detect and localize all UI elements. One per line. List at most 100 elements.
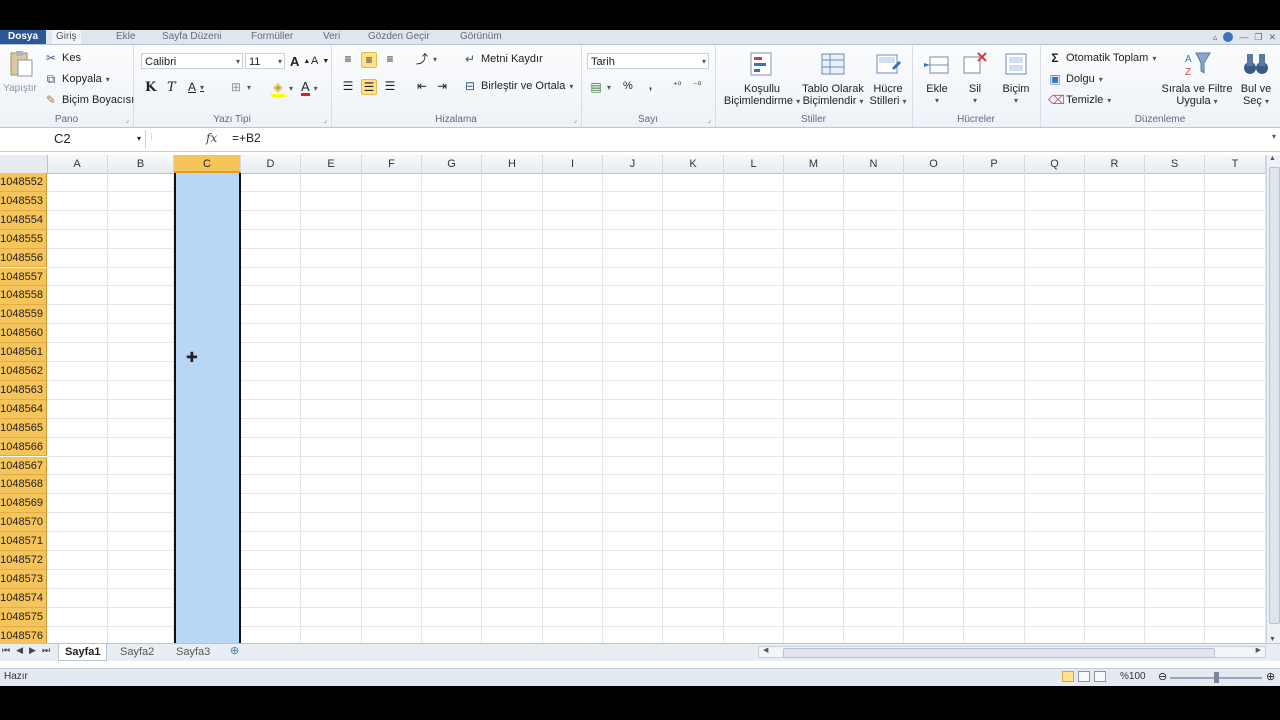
scroll-left-icon[interactable]: ◀ [763,646,768,654]
conditional-formatting-button[interactable]: Koşullu Biçimlendirme ▾ [721,49,803,108]
row-header[interactable]: 1048574 [0,588,47,608]
row-header[interactable]: 1048564 [0,399,47,419]
row-header[interactable]: 1048559 [0,305,47,325]
row-header[interactable]: 1048553 [0,191,47,211]
horizontal-scroll-thumb[interactable] [783,648,1215,658]
increase-indent-button[interactable]: ⇥ [435,79,449,93]
paste-button[interactable]: Yapıştır [3,49,37,95]
insert-cells-button[interactable]: Ekle ▾ [920,49,954,107]
page-layout-view-button[interactable] [1078,671,1090,682]
dialog-launcher-icon[interactable]: ⌟ [323,115,327,124]
merge-center-button[interactable]: ⊟ Birleştir ve Ortala ▾ [463,79,573,93]
align-center-button[interactable]: ☰ [361,79,377,95]
cut-button[interactable]: ✂ Kes [44,51,81,65]
align-left-button[interactable]: ☰ [341,79,355,93]
row-header[interactable]: 1048557 [0,267,47,287]
row-header[interactable]: 1048558 [0,286,47,306]
dialog-launcher-icon[interactable]: ⌟ [125,115,129,124]
tab-ribbon-1[interactable]: Ekle [112,30,139,44]
column-header-b[interactable]: B [108,155,174,173]
row-header[interactable]: 1048565 [0,418,47,438]
tab-ribbon-2[interactable]: Sayfa Düzeni [158,30,225,44]
column-header-f[interactable]: F [362,155,422,173]
normal-view-button[interactable] [1062,671,1074,682]
number-format-select[interactable]: Tarih ▾ [587,53,709,69]
font-color-button[interactable]: A ▾ [301,80,318,96]
column-header-m[interactable]: M [784,155,844,173]
first-sheet-icon[interactable]: ⏮ [2,645,10,656]
tab-ribbon-4[interactable]: Veri [319,30,344,44]
column-header-c[interactable]: C [174,155,241,173]
column-header-s[interactable]: S [1145,155,1205,173]
sheet-tab-2[interactable]: Sayfa2 [114,644,160,660]
selected-column-c[interactable] [174,173,241,643]
select-all-corner[interactable] [0,155,48,173]
column-header-n[interactable]: N [844,155,904,173]
sheet-tab-3[interactable]: Sayfa3 [170,644,216,660]
format-cells-button[interactable]: Biçim ▾ [998,49,1034,107]
clear-button[interactable]: ⌫ Temizle ▾ [1048,93,1111,107]
fill-color-button[interactable]: ◈ ▾ [271,80,293,97]
column-header-t[interactable]: T [1205,155,1266,173]
row-header[interactable]: 1048566 [0,437,47,457]
autosum-button[interactable]: Σ Otomatik Toplam ▾ [1048,51,1156,65]
column-header-o[interactable]: O [904,155,964,173]
tab-file[interactable]: Dosya [0,30,47,44]
row-header[interactable]: 1048573 [0,569,47,589]
column-header-j[interactable]: J [603,155,663,173]
row-header[interactable]: 1048567 [0,456,47,476]
column-header-l[interactable]: L [724,155,784,173]
row-header[interactable]: 1048552 [0,173,47,192]
copy-button[interactable]: ⧉ Kopyala ▾ [44,72,110,86]
minimize-icon[interactable]: — [1239,32,1248,42]
zoom-level[interactable]: %100 [1120,671,1146,682]
scroll-up-icon[interactable]: ▲ [1269,155,1276,162]
row-header[interactable]: 1048570 [0,513,47,533]
format-painter-button[interactable]: ✎ Biçim Boyacısı [44,93,134,107]
column-header-p[interactable]: P [964,155,1025,173]
column-header-a[interactable]: A [47,155,108,173]
row-header[interactable]: 1048561 [0,343,47,362]
row-header[interactable]: 1048556 [0,248,47,268]
dialog-launcher-icon[interactable]: ⌟ [707,115,711,124]
insert-function-button[interactable]: fx [206,131,217,145]
align-bottom-button[interactable]: ≡ [383,52,397,66]
worksheet-grid[interactable]: ABCDEFGHIJKLMNOPQRST 1048552 1048553 10485… [0,155,1266,643]
dialog-launcher-icon[interactable]: ⌟ [573,115,577,124]
vertical-scrollbar[interactable]: ▲ ▼ [1266,155,1280,643]
italic-button[interactable]: T [167,80,176,95]
last-sheet-icon[interactable]: ⏭ [42,645,50,656]
next-sheet-icon[interactable]: ▶ [29,645,36,656]
new-sheet-icon[interactable]: ⊕ [230,644,239,657]
horizontal-scrollbar[interactable]: ◀ ▶ [758,646,1266,658]
formula-input[interactable]: =+B2 [232,131,261,145]
bold-button[interactable]: K [145,80,156,95]
increase-decimal-button[interactable]: ⁺⁰ [673,80,681,91]
row-header[interactable]: 1048572 [0,551,47,570]
row-header[interactable]: 1048554 [0,210,47,230]
borders-button[interactable]: ⊞ ▾ [229,80,251,94]
font-size-select[interactable]: 11 ▾ [245,53,285,69]
column-header-g[interactable]: G [422,155,482,173]
restore-icon[interactable]: ❐ [1254,32,1262,43]
row-header[interactable]: 1048571 [0,532,47,551]
comma-button[interactable]: , [649,80,652,92]
column-header-i[interactable]: I [543,155,603,173]
row-header[interactable]: 1048568 [0,475,47,495]
delete-cells-button[interactable]: Sil ▾ [960,49,990,107]
column-header-d[interactable]: D [241,155,301,173]
scroll-right-icon[interactable]: ▶ [1256,646,1261,654]
tab-ribbon-5[interactable]: Gözden Geçir [364,30,434,44]
percent-button[interactable]: % [623,80,633,92]
tab-ribbon-6[interactable]: Görünüm [456,30,506,44]
page-break-view-button[interactable] [1094,671,1106,682]
format-as-table-button[interactable]: Tablo Olarak Biçimlendir ▾ [801,49,865,108]
prev-sheet-icon[interactable]: ◀ [16,645,23,656]
zoom-slider-thumb[interactable] [1214,672,1219,683]
row-header[interactable]: 1048555 [0,229,47,249]
zoom-in-icon[interactable]: ⊕ [1266,670,1275,683]
close-icon[interactable]: ✕ [1268,32,1276,43]
row-header[interactable]: 1048563 [0,380,47,400]
tab-ribbon-3[interactable]: Formüller [247,30,297,44]
shrink-font-button[interactable]: A ▼ [311,55,329,67]
